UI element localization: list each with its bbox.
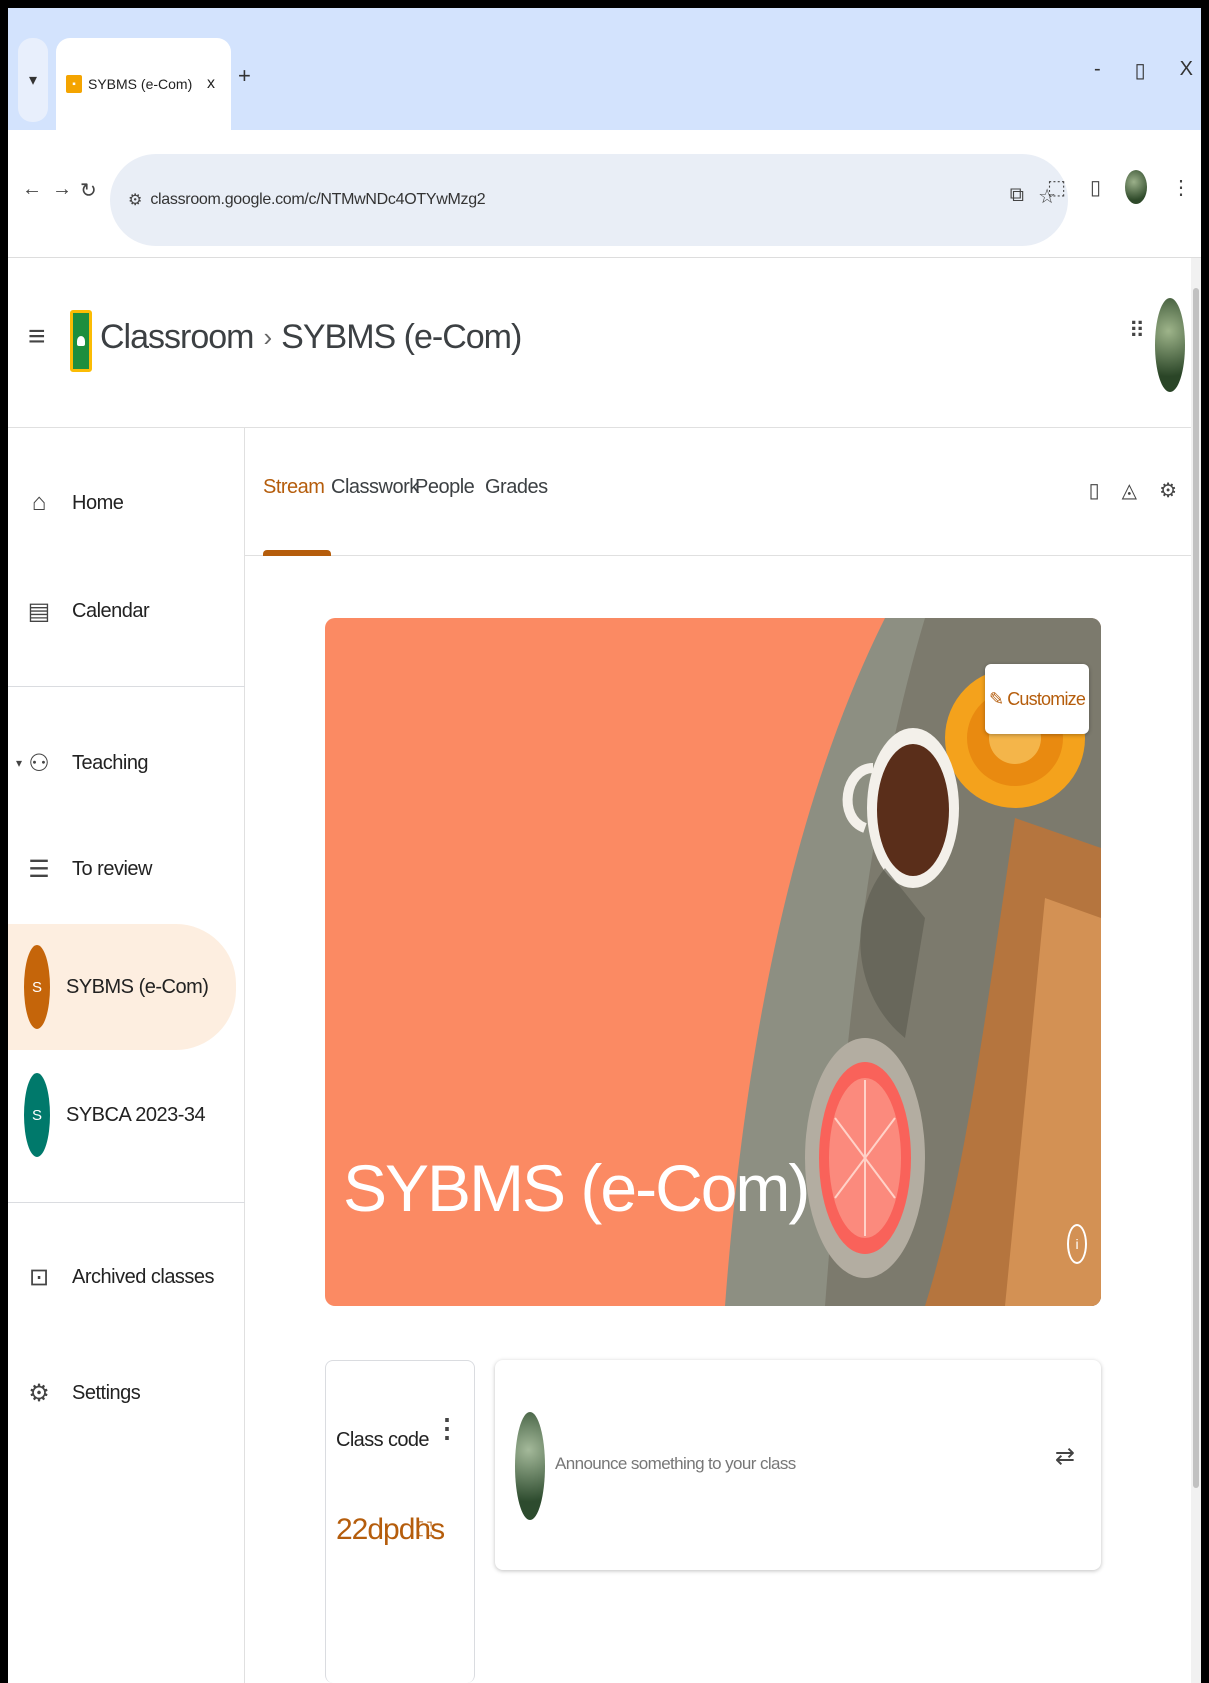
archive-icon: ⊡ (28, 1263, 50, 1291)
profile-avatar[interactable] (1125, 170, 1147, 204)
tab-people[interactable]: People (415, 476, 475, 499)
customize-button[interactable]: ✎ Customize (985, 664, 1089, 734)
tab-title: SYBMS (e-Com) (88, 76, 193, 92)
sidebar-item-sybca[interactable]: S SYBCA 2023-34 (8, 1056, 236, 1174)
new-tab-button[interactable]: + (238, 63, 251, 89)
back-icon[interactable]: ← (22, 178, 42, 201)
sidebar-item-label: Home (72, 491, 124, 514)
breadcrumb-separator: › (263, 322, 272, 352)
url-text[interactable]: classroom.google.com/c/NTMwNDc4OTYwMzg2 (150, 191, 485, 209)
sidebar-item-sybms[interactable]: S SYBMS (e-Com) (8, 924, 236, 1050)
drive-folder-icon[interactable]: ◬ (1122, 478, 1137, 503)
main-content: Stream Classwork People Grades ▯ ◬ ⚙ ✎ C… (245, 428, 1201, 1683)
site-info-icon[interactable]: ⚙ (128, 190, 142, 210)
browser-window: ▾ ▪ SYBMS (e-Com) x + - ▯ X ← → ↻ ⚙ clas… (8, 8, 1201, 1683)
announcement-composer[interactable]: Announce something to your class ⇄ (495, 1360, 1101, 1570)
sidebar-item-home[interactable]: ⌂ Home (8, 444, 236, 562)
google-apps-icon[interactable]: ⠿ (1129, 320, 1145, 342)
sidebar: ⌂ Home ▤ Calendar ▾ ⚇ Teaching ☰ To revi… (8, 428, 245, 1683)
review-icon: ☰ (28, 855, 50, 883)
tab-search-dropdown[interactable]: ▾ (18, 38, 48, 122)
sidebar-item-label: To review (72, 857, 152, 880)
class-avatar: S (24, 1073, 50, 1157)
browser-toolbar: ← → ↻ ⚙ classroom.google.com/c/NTMwNDc4O… (8, 130, 1201, 258)
page-scrollbar[interactable] (1191, 258, 1201, 1683)
tab-strip: ▾ ▪ SYBMS (e-Com) x + - ▯ X (8, 8, 1201, 130)
announce-placeholder[interactable]: Announce something to your class (555, 1454, 796, 1474)
breadcrumb-class: SYBMS (e-Com) (281, 318, 522, 356)
customize-label: Customize (1007, 688, 1086, 709)
breadcrumb-app[interactable]: Classroom (100, 318, 254, 357)
extensions-icon[interactable]: ⬚ (1047, 175, 1066, 200)
close-window-button[interactable]: X (1180, 58, 1193, 83)
class-settings-gear-icon[interactable]: ⚙ (1159, 478, 1177, 503)
main-menu-icon[interactable]: ≡ (28, 320, 46, 354)
calendar-icon: ▤ (27, 597, 51, 625)
install-app-icon[interactable]: ⧉ (1010, 184, 1024, 209)
browser-tab[interactable]: ▪ SYBMS (e-Com) x (56, 38, 231, 130)
sidebar-item-teaching[interactable]: ▾ ⚇ Teaching (8, 704, 236, 822)
fullscreen-icon[interactable]: ⛶ (418, 1519, 432, 1542)
breadcrumb: Classroom › SYBMS (e-Com) (100, 318, 522, 357)
sidebar-item-label: SYBCA 2023-34 (66, 1103, 206, 1126)
sidebar-item-to-review[interactable]: ☰ To review (8, 810, 236, 928)
reuse-post-icon[interactable]: ⇄ (1055, 1442, 1075, 1471)
sidebar-item-settings[interactable]: ⚙ Settings (8, 1334, 236, 1452)
forward-icon[interactable]: → (52, 178, 72, 201)
tab-grades[interactable]: Grades (485, 476, 548, 499)
calendar-icon[interactable]: ▯ (1089, 478, 1100, 503)
class-avatar: S (24, 945, 50, 1029)
class-code-label: Class code (336, 1429, 430, 1451)
browser-actions: ⬚ ▯ ⋮ (1047, 170, 1191, 204)
scrollbar-thumb[interactable] (1193, 288, 1199, 1488)
classroom-header: ≡ Classroom › SYBMS (e-Com) ⠿ (8, 258, 1201, 428)
window-controls: - ▯ X (1094, 58, 1193, 83)
reload-icon[interactable]: ↻ (80, 178, 97, 203)
class-title: SYBMS (e-Com) (343, 1151, 810, 1225)
sidebar-item-calendar[interactable]: ▤ Calendar (8, 552, 236, 670)
sidebar-divider (8, 686, 245, 687)
expand-caret-icon[interactable]: ▾ (16, 756, 22, 770)
info-icon[interactable]: i (1067, 1224, 1087, 1264)
classroom-logo-icon[interactable] (70, 310, 92, 372)
sidebar-item-label: Teaching (72, 751, 149, 774)
class-actions: ▯ ◬ ⚙ (1089, 478, 1177, 503)
account-avatar[interactable] (1155, 298, 1185, 392)
pencil-icon: ✎ (988, 688, 1004, 709)
class-banner: ✎ Customize SYBMS (e-Com) i (325, 618, 1101, 1306)
gear-icon: ⚙ (28, 1379, 50, 1407)
sidebar-divider (8, 1202, 245, 1203)
sidebar-item-archived[interactable]: ⊡ Archived classes (8, 1218, 236, 1336)
sidebar-item-label: Archived classes (72, 1265, 215, 1288)
home-icon: ⌂ (31, 489, 47, 516)
class-code-card: Class code ⋮ 22dpdhs ⛶ (325, 1360, 475, 1683)
user-avatar (515, 1412, 545, 1520)
classroom-favicon-icon: ▪ (66, 75, 82, 93)
more-options-icon[interactable]: ⋮ (434, 1415, 460, 1441)
minimize-button[interactable]: - (1094, 58, 1101, 83)
address-bar[interactable]: ⚙ classroom.google.com/c/NTMwNDc4OTYwMzg… (110, 154, 1068, 246)
tab-classwork[interactable]: Classwork (331, 476, 419, 499)
tab-stream[interactable]: Stream (263, 476, 325, 499)
class-tabs: Stream Classwork People Grades ▯ ◬ ⚙ (245, 428, 1197, 556)
sidebar-item-label: SYBMS (e-Com) (66, 975, 209, 998)
browser-menu-icon[interactable]: ⋮ (1171, 175, 1191, 200)
restore-button[interactable]: ▯ (1135, 58, 1146, 83)
close-tab-icon[interactable]: x (201, 75, 221, 93)
sidebar-item-label: Calendar (72, 599, 150, 622)
side-panel-icon[interactable]: ▯ (1090, 175, 1101, 200)
active-tab-indicator (263, 550, 331, 556)
sidebar-item-label: Settings (72, 1381, 141, 1404)
